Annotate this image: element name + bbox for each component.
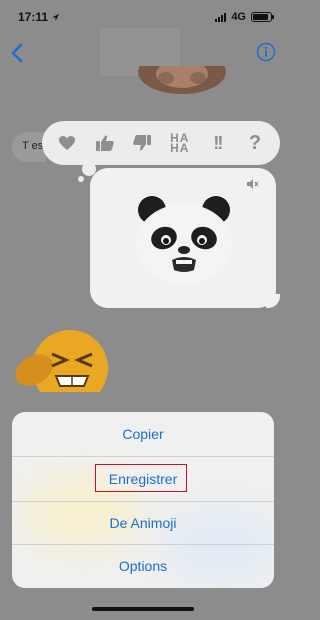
question-icon: ? — [248, 131, 262, 154]
panda-animoji — [136, 196, 232, 284]
status-right: 4G — [215, 11, 274, 23]
haha-icon: HA HA — [170, 131, 190, 155]
home-indicator[interactable] — [92, 607, 194, 611]
thumbs-down-icon — [133, 135, 152, 151]
exclamation-icon: !! — [213, 132, 223, 153]
from-animoji-label: De Animoji — [109, 515, 177, 531]
tapback-heart[interactable] — [52, 128, 82, 158]
speaker-muted-icon[interactable] — [246, 178, 260, 190]
animoji-message-partial — [138, 66, 226, 94]
copy-label: Copier — [122, 426, 164, 442]
emoji-message[interactable] — [12, 330, 108, 392]
incoming-message-text: T es — [22, 140, 44, 152]
tapback-thumbs-up[interactable] — [90, 128, 120, 158]
network-type: 4G — [231, 11, 246, 23]
status-left: 17:11 — [18, 10, 60, 24]
options-label: Options — [118, 558, 168, 574]
options-button[interactable]: Options — [12, 544, 274, 588]
tapback-haha[interactable]: HA HA — [165, 128, 195, 158]
thumbs-up-icon — [95, 135, 114, 151]
signal-bars-icon — [215, 12, 227, 22]
incoming-message-bubble[interactable]: T es — [12, 132, 46, 162]
status-time: 17:11 — [18, 10, 49, 24]
battery-icon — [251, 12, 274, 22]
action-sheet: Copier Enregistrer De Animoji Options — [12, 412, 274, 588]
tapback-question[interactable]: ? — [240, 128, 270, 158]
tapback-exclamation[interactable]: !! — [202, 128, 232, 158]
tapback-tail-dot — [78, 176, 84, 182]
outgoing-bubble-tail — [266, 294, 280, 308]
tapback-bar: HA HA !! ? — [42, 121, 280, 165]
highlight-box — [95, 464, 187, 492]
from-animoji-button[interactable]: De Animoji — [12, 501, 274, 545]
location-arrow-icon — [51, 13, 60, 21]
copy-button[interactable]: Copier — [12, 412, 274, 456]
back-chevron-icon[interactable] — [8, 42, 28, 64]
info-icon[interactable] — [256, 42, 276, 62]
heart-icon — [59, 136, 75, 150]
tapback-thumbs-down[interactable] — [127, 128, 157, 158]
